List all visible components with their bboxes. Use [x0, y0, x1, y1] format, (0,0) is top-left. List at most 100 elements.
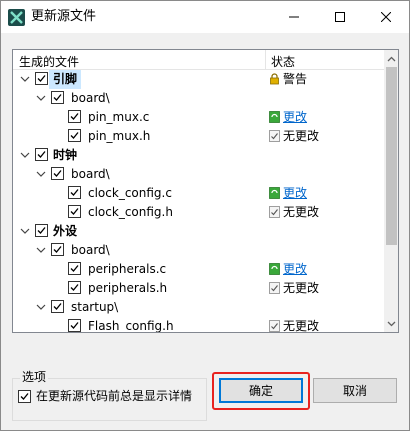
- tree-row-clocks[interactable]: 时钟: [13, 146, 384, 165]
- tree-item-label: clock_config.c: [88, 186, 172, 200]
- tree-row-file[interactable]: Flash_config.h 无更改: [13, 317, 384, 333]
- tree-row-file[interactable]: peripherals.h 无更改: [13, 279, 384, 298]
- checkbox[interactable]: [51, 300, 64, 313]
- changed-file-icon: [269, 187, 280, 199]
- checkbox[interactable]: [68, 281, 81, 294]
- tree-row-folder[interactable]: startup\: [13, 298, 384, 317]
- chevron-down-icon[interactable]: [19, 73, 31, 85]
- status-cell: 警告: [269, 72, 307, 87]
- check-icon: [53, 303, 62, 310]
- checkbox[interactable]: [68, 186, 81, 199]
- status-text: 无更改: [283, 129, 320, 143]
- chevron-up-icon: [387, 56, 396, 61]
- minimize-button[interactable]: [271, 1, 317, 33]
- checkbox[interactable]: [35, 72, 48, 85]
- tree-row-file[interactable]: peripherals.c 更改: [13, 260, 384, 279]
- column-header-status[interactable]: 状态: [271, 53, 295, 70]
- checkbox[interactable]: [51, 243, 64, 256]
- tree-row-folder[interactable]: board\: [13, 241, 384, 260]
- ok-button[interactable]: 确定: [219, 378, 303, 403]
- chevron-down-icon[interactable]: [35, 244, 47, 256]
- status-cell: 无更改: [269, 205, 319, 220]
- check-icon: [37, 227, 46, 234]
- changed-file-icon: [269, 263, 280, 275]
- checkbox[interactable]: [51, 167, 64, 180]
- app-logo-icon: [8, 9, 25, 26]
- column-header-file[interactable]: 生成的文件: [19, 53, 79, 70]
- close-icon: [381, 12, 391, 22]
- tree-item-label: board\: [71, 243, 110, 257]
- changed-file-icon: [269, 111, 280, 123]
- unchanged-file-icon: [269, 320, 280, 332]
- unchanged-file-icon: [269, 206, 280, 218]
- checkbox[interactable]: [35, 148, 48, 161]
- vertical-scrollbar[interactable]: [384, 50, 398, 332]
- tree-item-label: pin_mux.c: [88, 110, 150, 124]
- chevron-down-icon[interactable]: [35, 301, 47, 313]
- check-icon: [70, 132, 79, 139]
- status-text: 无更改: [283, 205, 320, 219]
- checkbox[interactable]: [68, 205, 81, 218]
- warning-lock-icon: [269, 73, 280, 85]
- tree-item-label: clock_config.h: [88, 205, 173, 219]
- status-text: 无更改: [283, 319, 320, 333]
- checkbox[interactable]: [68, 262, 81, 275]
- show-details-checkbox[interactable]: [18, 390, 31, 403]
- tree-row-file[interactable]: clock_config.h 无更改: [13, 203, 384, 222]
- chevron-down-icon[interactable]: [19, 225, 31, 237]
- scroll-down-button[interactable]: [384, 315, 398, 332]
- status-text: 警告: [283, 72, 308, 86]
- status-link[interactable]: 更改: [283, 186, 307, 200]
- checkbox[interactable]: [51, 91, 64, 104]
- tree-row-file[interactable]: pin_mux.h 无更改: [13, 127, 384, 146]
- check-icon: [37, 151, 46, 158]
- generated-files-tree[interactable]: 生成的文件 状态 引脚 警告 board\ pin_mux.c 更改 pin_m…: [12, 49, 399, 333]
- chevron-down-icon[interactable]: [35, 168, 47, 180]
- status-link[interactable]: 更改: [283, 262, 307, 276]
- checkbox[interactable]: [68, 129, 81, 142]
- maximize-button[interactable]: [317, 1, 363, 33]
- status-cell: 更改: [269, 262, 307, 277]
- check-icon: [70, 265, 79, 272]
- scroll-up-button[interactable]: [384, 50, 398, 67]
- tree-header: 生成的文件 状态: [13, 50, 384, 70]
- tree-row-folder[interactable]: board\: [13, 165, 384, 184]
- chevron-down-icon[interactable]: [35, 92, 47, 104]
- tree-item-label: peripherals.c: [88, 262, 167, 276]
- tree-item-label: board\: [71, 167, 110, 181]
- status-cell: 无更改: [269, 129, 319, 144]
- tree-item-label: startup\: [71, 300, 119, 314]
- tree-row-peripherals[interactable]: 外设: [13, 222, 384, 241]
- status-cell: 更改: [269, 186, 307, 201]
- tree-row-file[interactable]: clock_config.c 更改: [13, 184, 384, 203]
- tree-row-file[interactable]: pin_mux.c 更改: [13, 108, 384, 127]
- scrollbar-thumb[interactable]: [386, 67, 397, 245]
- unchanged-file-icon: [269, 130, 280, 142]
- checkbox[interactable]: [68, 110, 81, 123]
- tree-item-label: 外设: [53, 224, 78, 238]
- checkbox[interactable]: [68, 319, 81, 332]
- status-text: 无更改: [283, 281, 320, 295]
- tree-item-label: board\: [71, 91, 110, 105]
- chevron-down-icon: [387, 321, 396, 326]
- status-link[interactable]: 更改: [283, 110, 307, 124]
- update-source-dialog: 更新源文件 生成的文件 状态 引脚 警告 board\ pin_mux.c 更改…: [0, 0, 410, 431]
- check-icon: [53, 94, 62, 101]
- tree-item-label: 时钟: [53, 148, 78, 162]
- close-button[interactable]: [363, 1, 409, 33]
- ok-button-label: 确定: [248, 384, 273, 398]
- maximize-icon: [335, 12, 345, 22]
- cancel-button[interactable]: 取消: [313, 378, 397, 403]
- check-icon: [70, 208, 79, 215]
- checkbox[interactable]: [35, 224, 48, 237]
- show-details-label[interactable]: 在更新源代码前总是显示详情: [36, 389, 192, 404]
- tree-row-folder[interactable]: board\: [13, 89, 384, 108]
- window-title: 更新源文件: [31, 9, 97, 24]
- minimize-icon: [289, 16, 299, 18]
- check-icon: [53, 170, 62, 177]
- status-cell: 无更改: [269, 281, 319, 296]
- check-icon: [70, 113, 79, 120]
- column-divider[interactable]: [265, 50, 266, 70]
- chevron-down-icon[interactable]: [19, 149, 31, 161]
- tree-row-pins[interactable]: 引脚 警告: [13, 70, 384, 89]
